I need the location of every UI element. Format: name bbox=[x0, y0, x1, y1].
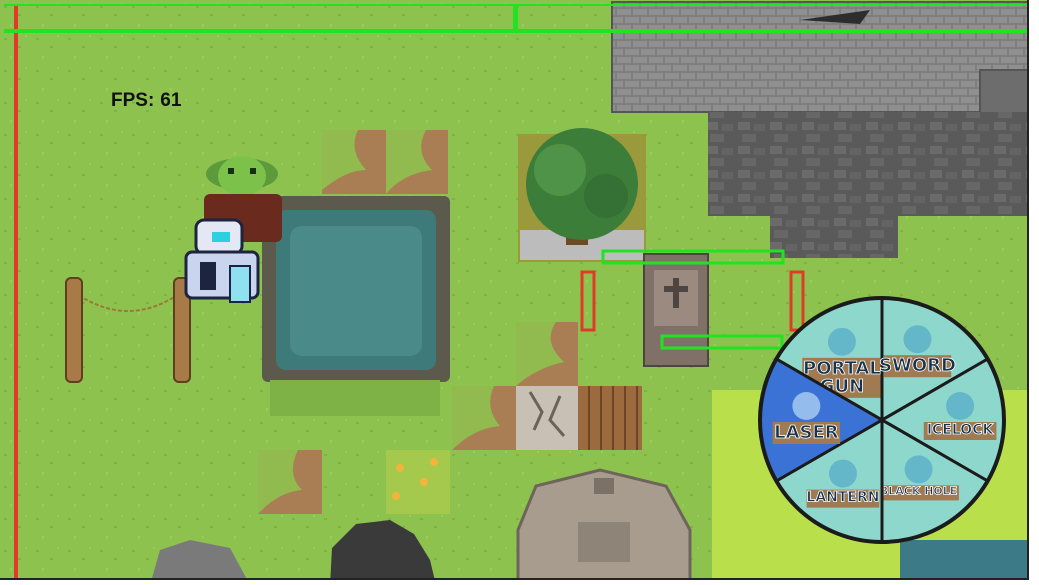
wheel-label-black-hole: BLACK HOLE bbox=[880, 484, 957, 497]
flower-patch bbox=[386, 450, 450, 514]
fps-label: FPS: bbox=[111, 90, 155, 111]
fps-counter: FPS: 61 bbox=[111, 90, 181, 112]
weapon-wheel[interactable]: PORTAL GUNSWORDICELOCKBLACK HOLELANTERNLA… bbox=[758, 296, 1006, 544]
black-hole-icon bbox=[904, 455, 933, 484]
pond bbox=[262, 196, 450, 416]
fps-value: 61 bbox=[160, 90, 182, 111]
portal-gun-icon bbox=[827, 327, 856, 356]
wheel-label-laser: LASER bbox=[774, 422, 839, 443]
tree bbox=[518, 128, 646, 262]
lantern-icon bbox=[828, 459, 857, 488]
viewport-border-bottom bbox=[0, 580, 1039, 585]
game-viewport[interactable]: PORTAL GUN SWORD ICELOCK BLACK HOLE LANTERN LA… bbox=[0, 0, 1039, 585]
cracked-floor bbox=[516, 386, 642, 450]
sword-icon bbox=[903, 325, 932, 354]
wheel-label-sword: SWORD bbox=[879, 355, 956, 376]
game-canvas[interactable]: PORTAL GUNSWORDICELOCKBLACK HOLELANTERNLA… bbox=[0, 0, 1039, 585]
laser-hand-icon bbox=[792, 392, 821, 420]
stone-well bbox=[516, 468, 692, 585]
wheel-label-icelock: ICELOCK bbox=[927, 422, 995, 438]
wheel-label-lantern: LANTERN bbox=[806, 490, 879, 506]
padlock-ice-icon bbox=[946, 392, 975, 420]
